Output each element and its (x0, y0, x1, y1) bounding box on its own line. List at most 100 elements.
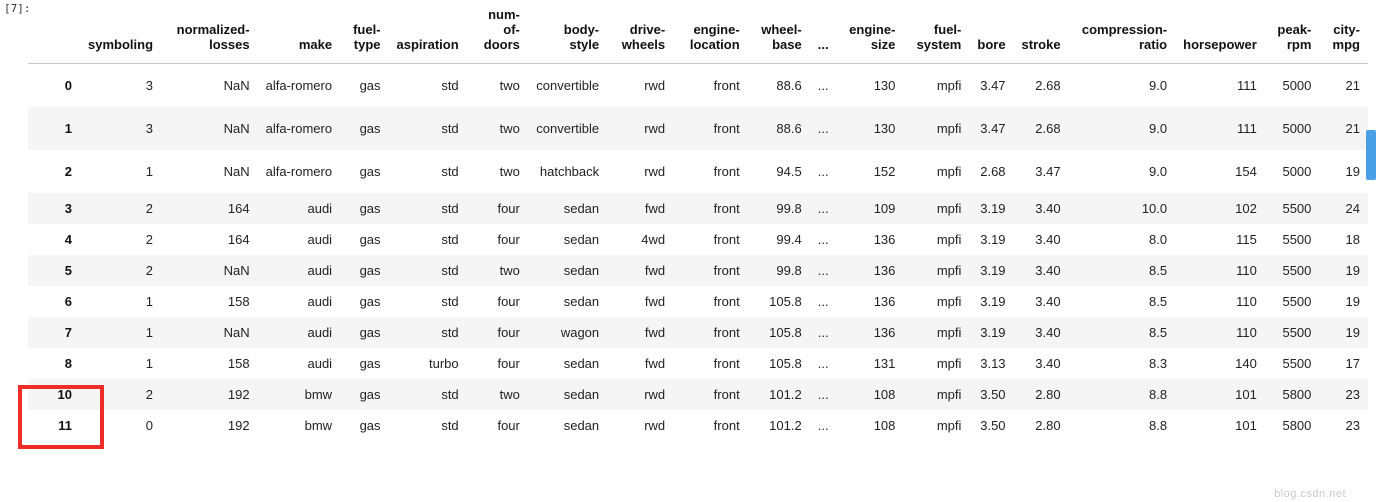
cell: audi (258, 317, 340, 348)
cell: turbo (389, 348, 467, 379)
cell: sedan (528, 224, 607, 255)
cell: front (673, 107, 748, 150)
cell: two (467, 255, 528, 286)
cell: std (389, 286, 467, 317)
cell: mpfi (903, 317, 969, 348)
cell: 192 (161, 379, 258, 410)
cell: mpfi (903, 107, 969, 150)
cell: 5500 (1265, 193, 1320, 224)
cell: 108 (837, 379, 904, 410)
dataframe-table-container: symbolingnormalized-lossesmakefuel-typea… (28, 2, 1368, 441)
cell: bmw (258, 410, 340, 441)
cell: front (673, 348, 748, 379)
cell: 1 (80, 286, 161, 317)
cell: 24 (1319, 193, 1368, 224)
cell: 3 (80, 63, 161, 107)
cell: two (467, 150, 528, 193)
cell: std (389, 224, 467, 255)
cell: std (389, 107, 467, 150)
cell: gas (340, 63, 388, 107)
cell: 164 (161, 193, 258, 224)
table-row: 52NaNaudigasstdtwosedanfwdfront99.8...13… (28, 255, 1368, 286)
cell: four (467, 224, 528, 255)
cell: 1 (80, 150, 161, 193)
cell: 99.8 (748, 193, 810, 224)
cell: front (673, 63, 748, 107)
cell: fwd (607, 317, 673, 348)
cell: convertible (528, 63, 607, 107)
table-row: 13NaNalfa-romerogasstdtwoconvertiblerwdf… (28, 107, 1368, 150)
cell: ... (810, 286, 837, 317)
cell: 19 (1319, 317, 1368, 348)
cell: rwd (607, 410, 673, 441)
cell: 2.68 (969, 150, 1013, 193)
cell: 131 (837, 348, 904, 379)
cell: 2 (80, 379, 161, 410)
cell: four (467, 348, 528, 379)
table-row: 42164audigasstdfoursedan4wdfront99.4...1… (28, 224, 1368, 255)
cell: 105.8 (748, 317, 810, 348)
column-header: drive-wheels (607, 2, 673, 63)
cell: std (389, 255, 467, 286)
cell: 101 (1175, 410, 1265, 441)
cell: 3.13 (969, 348, 1013, 379)
cell: 19 (1319, 150, 1368, 193)
cell: front (673, 286, 748, 317)
cell: ... (810, 107, 837, 150)
cell: 136 (837, 255, 904, 286)
table-row: 102192bmwgasstdtwosedanrwdfront101.2...1… (28, 379, 1368, 410)
cell: 101.2 (748, 379, 810, 410)
cell: 8.5 (1069, 255, 1176, 286)
cell: 111 (1175, 107, 1265, 150)
cell: 3.19 (969, 317, 1013, 348)
cell: mpfi (903, 286, 969, 317)
cell: 110 (1175, 286, 1265, 317)
cell: 5000 (1265, 63, 1320, 107)
cell: fwd (607, 255, 673, 286)
cell: gas (340, 410, 388, 441)
cell: ... (810, 317, 837, 348)
cell: mpfi (903, 379, 969, 410)
cell: 2 (80, 224, 161, 255)
column-header: num-of-doors (467, 2, 528, 63)
cell: 105.8 (748, 286, 810, 317)
cell: NaN (161, 317, 258, 348)
cell: sedan (528, 379, 607, 410)
cell: 111 (1175, 63, 1265, 107)
cell: 5800 (1265, 379, 1320, 410)
cell: 2 (80, 193, 161, 224)
cell: std (389, 193, 467, 224)
cell: mpfi (903, 150, 969, 193)
column-header: fuel-type (340, 2, 388, 63)
cell: 94.5 (748, 150, 810, 193)
column-header: aspiration (389, 2, 467, 63)
table-row: 32164audigasstdfoursedanfwdfront99.8...1… (28, 193, 1368, 224)
cell: rwd (607, 150, 673, 193)
cell: 3.40 (1014, 224, 1069, 255)
cell: sedan (528, 348, 607, 379)
cell: 19 (1319, 286, 1368, 317)
column-header: symboling (80, 2, 161, 63)
cell: alfa-romero (258, 63, 340, 107)
cell: 3.40 (1014, 255, 1069, 286)
row-index: 6 (28, 286, 80, 317)
column-header: engine-location (673, 2, 748, 63)
cell: 3.40 (1014, 193, 1069, 224)
scrollbar-thumb[interactable] (1366, 130, 1376, 180)
cell: 8.5 (1069, 286, 1176, 317)
cell: 5500 (1265, 224, 1320, 255)
cell: ... (810, 379, 837, 410)
row-index: 8 (28, 348, 80, 379)
cell: gas (340, 107, 388, 150)
cell: 3 (80, 107, 161, 150)
cell: 158 (161, 348, 258, 379)
cell: 3.40 (1014, 348, 1069, 379)
cell: 8.8 (1069, 379, 1176, 410)
cell: ... (810, 224, 837, 255)
cell: gas (340, 317, 388, 348)
cell: std (389, 317, 467, 348)
cell: 99.8 (748, 255, 810, 286)
table-row: 21NaNalfa-romerogasstdtwohatchbackrwdfro… (28, 150, 1368, 193)
cell: alfa-romero (258, 150, 340, 193)
cell: 3.50 (969, 410, 1013, 441)
